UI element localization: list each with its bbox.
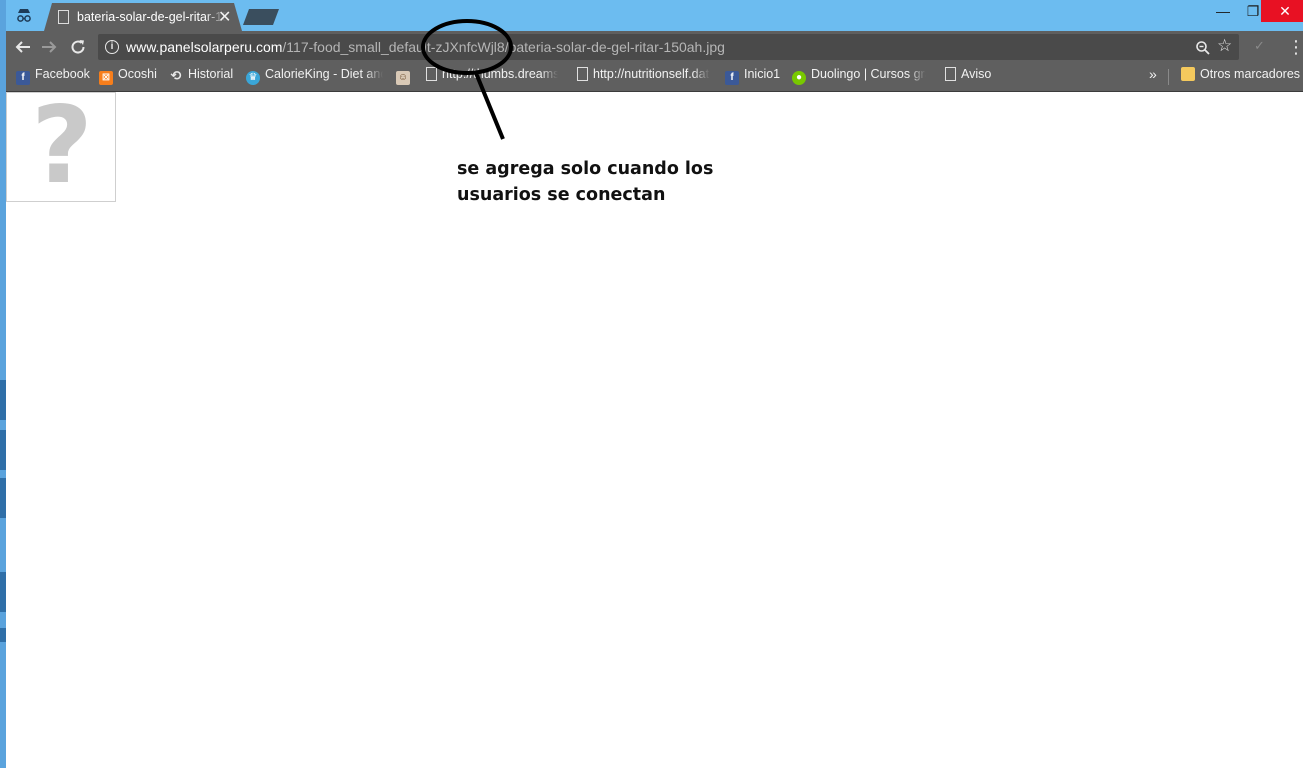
new-tab-button[interactable] — [243, 9, 279, 25]
bookmark-historial[interactable]: ⟲ Historial — [169, 67, 234, 87]
info-icon[interactable]: i — [105, 40, 119, 54]
bookmark-label: Inicio1 — [744, 67, 781, 81]
bookmark-nutritionself[interactable]: http://nutritionself.dat — [577, 67, 710, 87]
minimize-button[interactable]: — — [1208, 0, 1238, 22]
tab-title: bateria-solar-de-gel-ritar-150ah.jpg — [77, 10, 227, 24]
bookmark-label: CalorieKing - Diet and — [265, 67, 383, 81]
image-icon: ☺ — [396, 71, 410, 85]
bookmark-label: http://thumbs.dreams — [442, 67, 558, 81]
bookmark-otros-marcadores[interactable]: Otros marcadores — [1181, 67, 1300, 87]
reload-button[interactable] — [67, 35, 89, 59]
question-mark-icon: ? — [31, 84, 93, 207]
star-icon[interactable]: ☆ — [1217, 36, 1232, 56]
zoom-icon[interactable] — [1195, 37, 1211, 61]
bookmarks-bar: f Facebook ⊠ Ocoshi ⟲ Historial ♛ CalorieKin… — [6, 63, 1303, 92]
desktop-edge-mark — [0, 478, 6, 518]
menu-dots-icon[interactable]: ⋮ — [1287, 35, 1303, 59]
bookmark-duolingo[interactable]: ● Duolingo | Cursos gra — [792, 67, 926, 87]
browser-toolbar: i www.panelsolarperu.com/117-food_small_… — [6, 31, 1303, 63]
bookmark-label: Aviso — [961, 67, 992, 81]
address-bar[interactable]: i www.panelsolarperu.com/117-food_small_… — [98, 34, 1239, 60]
desktop-edge-mark — [0, 430, 6, 470]
url-path: /117-food_small_default-zJXnfcWjl8/bater… — [282, 39, 725, 55]
desktop-edge-mark — [0, 628, 6, 642]
arrow-left-icon — [15, 41, 30, 53]
chevron-double-right-icon[interactable]: » — [1149, 66, 1157, 82]
forward-button[interactable] — [38, 35, 60, 59]
facebook-icon: f — [16, 71, 30, 85]
page-icon — [426, 67, 437, 81]
bookmarks-separator — [1168, 69, 1169, 85]
url-text[interactable]: www.panelsolarperu.com/117-food_small_de… — [126, 39, 725, 55]
bookmark-image[interactable]: ☺ — [396, 67, 415, 87]
desktop-edge-mark — [0, 572, 6, 612]
bookmark-label: Ocoshi — [118, 67, 157, 81]
annotation-drawing — [421, 19, 513, 140]
desktop-edge-mark — [0, 380, 6, 420]
page-icon — [58, 10, 69, 24]
arrow-right-icon — [42, 41, 57, 53]
bookmark-inicio1[interactable]: f Inicio1 — [725, 67, 780, 87]
incognito-icon — [13, 4, 35, 26]
browser-title-bar: bateria-solar-de-gel-ritar-150ah.jpg ✕ —… — [6, 0, 1303, 31]
reload-icon — [71, 40, 85, 54]
bookmark-thumbs-dreams[interactable]: http://thumbs.dreams — [426, 67, 558, 87]
checkmark-icon[interactable]: ✓ — [1254, 38, 1265, 54]
duolingo-icon: ● — [792, 71, 806, 85]
calorieking-icon: ♛ — [246, 71, 260, 85]
ocoshi-icon: ⊠ — [99, 71, 113, 85]
broken-image: ? — [6, 84, 116, 207]
folder-icon — [1181, 67, 1195, 81]
bookmark-label: Historial — [188, 67, 234, 81]
facebook-icon: f — [725, 71, 739, 85]
page-icon — [577, 67, 588, 81]
bookmark-label: Facebook — [35, 67, 90, 81]
bookmark-label: Duolingo | Cursos gra — [811, 67, 926, 81]
bookmark-ocoshi[interactable]: ⊠ Ocoshi — [99, 67, 157, 87]
annotation-text: se agrega solo cuando los usuarios se co… — [457, 159, 714, 205]
back-button[interactable] — [12, 35, 34, 59]
tab-active[interactable]: bateria-solar-de-gel-ritar-150ah.jpg ✕ — [44, 3, 242, 31]
close-tab-icon[interactable]: ✕ — [218, 7, 231, 27]
history-icon: ⟲ — [170, 68, 182, 83]
bookmark-label: http://nutritionself.dat — [593, 67, 710, 81]
bookmark-label: Otros marcadores — [1200, 67, 1301, 81]
close-window-button[interactable]: ✕ — [1261, 0, 1303, 22]
page-icon — [945, 67, 956, 81]
bookmark-aviso[interactable]: Aviso — [945, 67, 991, 87]
bookmark-calorieking[interactable]: ♛ CalorieKing - Diet and — [246, 67, 383, 87]
url-host: www.panelsolarperu.com — [126, 39, 283, 55]
